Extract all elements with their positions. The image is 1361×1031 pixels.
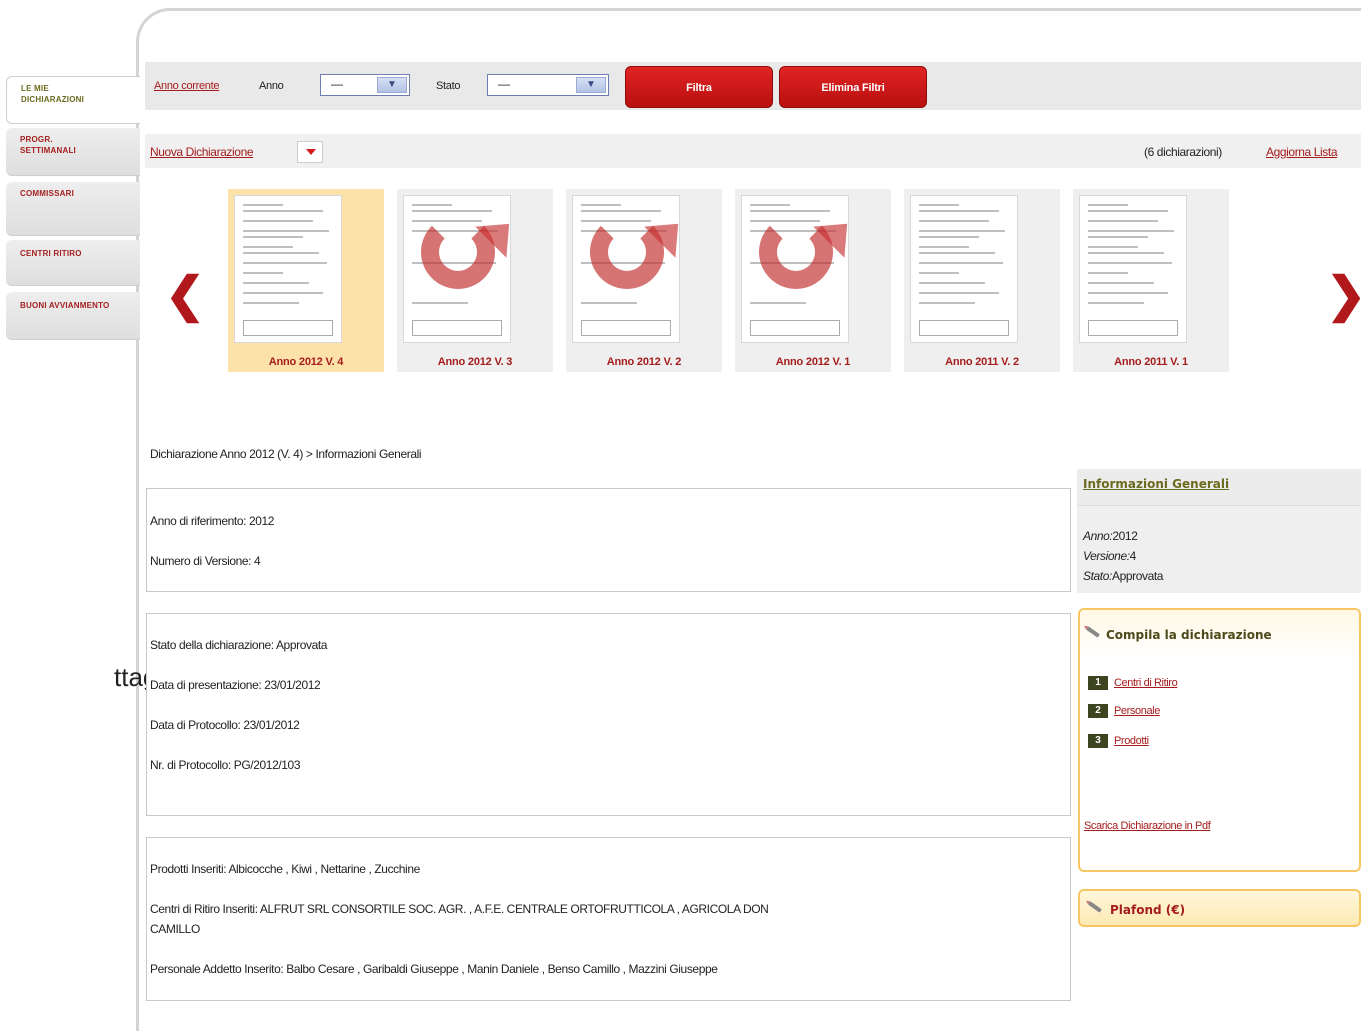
thumbnail-caption: Anno 2012 V. 1 (775, 356, 851, 368)
version-number-text: Numero di Versione: 4 (150, 554, 261, 568)
step-link-collection-centers[interactable]: Centri di Ritiro (1114, 677, 1178, 689)
year-label: Anno (259, 80, 284, 92)
new-declaration-link[interactable]: Nuova Dichiarazione (150, 145, 254, 159)
inserted-staff-text: Personale Addetto Inserito: Balbo Cesare… (150, 962, 718, 976)
sidebar-item-label: Settimanali (20, 146, 76, 155)
step-link-staff[interactable]: Personale (1114, 705, 1160, 717)
sidebar-item-label: Buoni Avvianmento (20, 301, 110, 310)
summary-year: Anno:2012 (1083, 529, 1138, 543)
declaration-count: (6 dichiarazioni) (1144, 145, 1222, 159)
sidebar-item-label: Le mie (21, 84, 49, 93)
summary-version: Versione:4 (1083, 549, 1136, 563)
breadcrumb: Dichiarazione Anno 2012 (V. 4) > Informa… (150, 447, 422, 461)
new-declaration-dropdown[interactable] (297, 141, 323, 163)
pencil-icon (1088, 901, 1102, 913)
declaration-status-box: Stato della dichiarazione: Approvata Dat… (146, 613, 1071, 816)
sidebar-item-my-declarations[interactable]: Le mie dichiarazioni (6, 76, 140, 124)
thumbnail-caption: Anno 2012 V. 3 (437, 356, 513, 368)
download-pdf-link[interactable]: Scarica Dichiarazione in Pdf (1084, 820, 1211, 832)
inserted-centers-text: Centri di Ritiro Inseriti: ALFRUT SRL CO… (150, 902, 769, 916)
chevron-down-icon: ▼ (576, 77, 606, 93)
inserted-centers-text-continued: CAMILLO (150, 922, 200, 936)
summary-year-value: 2012 (1112, 529, 1138, 543)
plafond-title: Plafond (€) (1110, 903, 1186, 917)
document-preview (234, 195, 342, 343)
clear-filters-button[interactable]: Elimina Filtri (779, 66, 927, 108)
state-label: Stato (436, 80, 461, 92)
step-link-products[interactable]: Prodotti (1114, 735, 1149, 747)
sidebar-item-label: Progr. (20, 135, 53, 144)
step-number-badge: 3 (1088, 734, 1108, 748)
summary-state: Stato:Approvata (1083, 569, 1163, 583)
document-preview (1079, 195, 1187, 343)
step-number-badge: 2 (1088, 704, 1108, 718)
caret-down-icon (306, 149, 316, 155)
plafond-panel[interactable]: Plafond (€) (1078, 889, 1361, 927)
declaration-thumbnail[interactable]: Anno 2011 V. 1 (1073, 189, 1229, 372)
state-select[interactable]: — ▼ (487, 74, 609, 96)
inserted-products-text: Prodotti Inseriti: Albicocche , Kiwi , N… (150, 862, 420, 876)
carousel-next-arrow[interactable]: ❯ (1326, 272, 1361, 320)
declaration-thumbnail[interactable]: Anno 2012 V. 1 (735, 189, 891, 372)
protocol-number-text: Nr. di Protocollo: PG/2012/103 (150, 758, 301, 772)
thumbnail-caption: Anno 2011 V. 1 (1114, 356, 1188, 368)
step-number-badge: 1 (1088, 676, 1108, 690)
thumbnail-caption: Anno 2011 V. 2 (945, 356, 1019, 368)
general-info-box: Anno di riferimento: 2012 Numero di Vers… (146, 488, 1071, 592)
info-summary-panel: Informazioni Generali Anno:2012 Versione… (1077, 469, 1361, 593)
general-info-link[interactable]: Informazioni Generali (1083, 477, 1229, 491)
sidebar-item-label: dichiarazioni (21, 95, 85, 104)
protocol-date-text: Data di Protocollo: 23/01/2012 (150, 718, 300, 732)
year-select-value: — (331, 77, 343, 91)
summary-version-value: 4 (1129, 549, 1137, 563)
carousel-prev-arrow[interactable]: ❮ (165, 272, 205, 320)
reference-year-text: Anno di riferimento: 2012 (150, 514, 275, 528)
submission-date-text: Data di presentazione: 23/01/2012 (150, 678, 321, 692)
state-select-value: — (498, 77, 510, 91)
summary-version-key: Versione: (1083, 549, 1130, 563)
sidebar-item-commissioners[interactable]: Commissari (6, 182, 140, 236)
year-select[interactable]: — ▼ (320, 74, 410, 96)
sidebar-item-weekly-programs[interactable]: Progr. Settimanali (6, 128, 140, 176)
filter-button[interactable]: Filtra (625, 66, 773, 108)
compile-step: 1 Centri di Ritiro (1088, 676, 1178, 690)
compile-panel-title: Compila la dichiarazione (1106, 628, 1272, 642)
compile-step: 3 Prodotti (1088, 734, 1149, 748)
declaration-thumbnail[interactable]: Anno 2012 V. 3 (397, 189, 553, 372)
summary-state-value: Approvata (1111, 569, 1164, 583)
declaration-state-text: Stato della dichiarazione: Approvata (150, 638, 328, 652)
compile-declaration-panel: Compila la dichiarazione 1 Centri di Riti… (1078, 608, 1361, 872)
compile-step: 2 Personale (1088, 704, 1160, 718)
inserted-items-box: Prodotti Inseriti: Albicocche , Kiwi , N… (146, 837, 1071, 1001)
summary-state-key: Stato: (1083, 569, 1112, 583)
refresh-list-link[interactable]: Aggiorna Lista (1266, 145, 1338, 159)
declaration-thumbnail[interactable]: Anno 2012 V. 2 (566, 189, 722, 372)
thumbnail-caption: Anno 2012 V. 2 (606, 356, 682, 368)
summary-year-key: Anno: (1083, 529, 1113, 543)
sidebar-item-label: Centri ritiro (20, 249, 82, 258)
chevron-down-icon: ▼ (377, 77, 407, 93)
declaration-thumbnail[interactable]: Anno 2012 V. 4 (228, 189, 384, 372)
document-preview (910, 195, 1018, 343)
thumbnail-caption: Anno 2012 V. 4 (268, 356, 344, 368)
sidebar-item-label: Commissari (20, 189, 74, 198)
current-year-link[interactable]: Anno corrente (154, 80, 220, 92)
declaration-thumbnail[interactable]: Anno 2011 V. 2 (904, 189, 1060, 372)
sidebar-item-collection-centers[interactable]: Centri ritiro (6, 240, 140, 286)
sidebar-item-start-vouchers[interactable]: Buoni Avvianmento (6, 292, 140, 340)
